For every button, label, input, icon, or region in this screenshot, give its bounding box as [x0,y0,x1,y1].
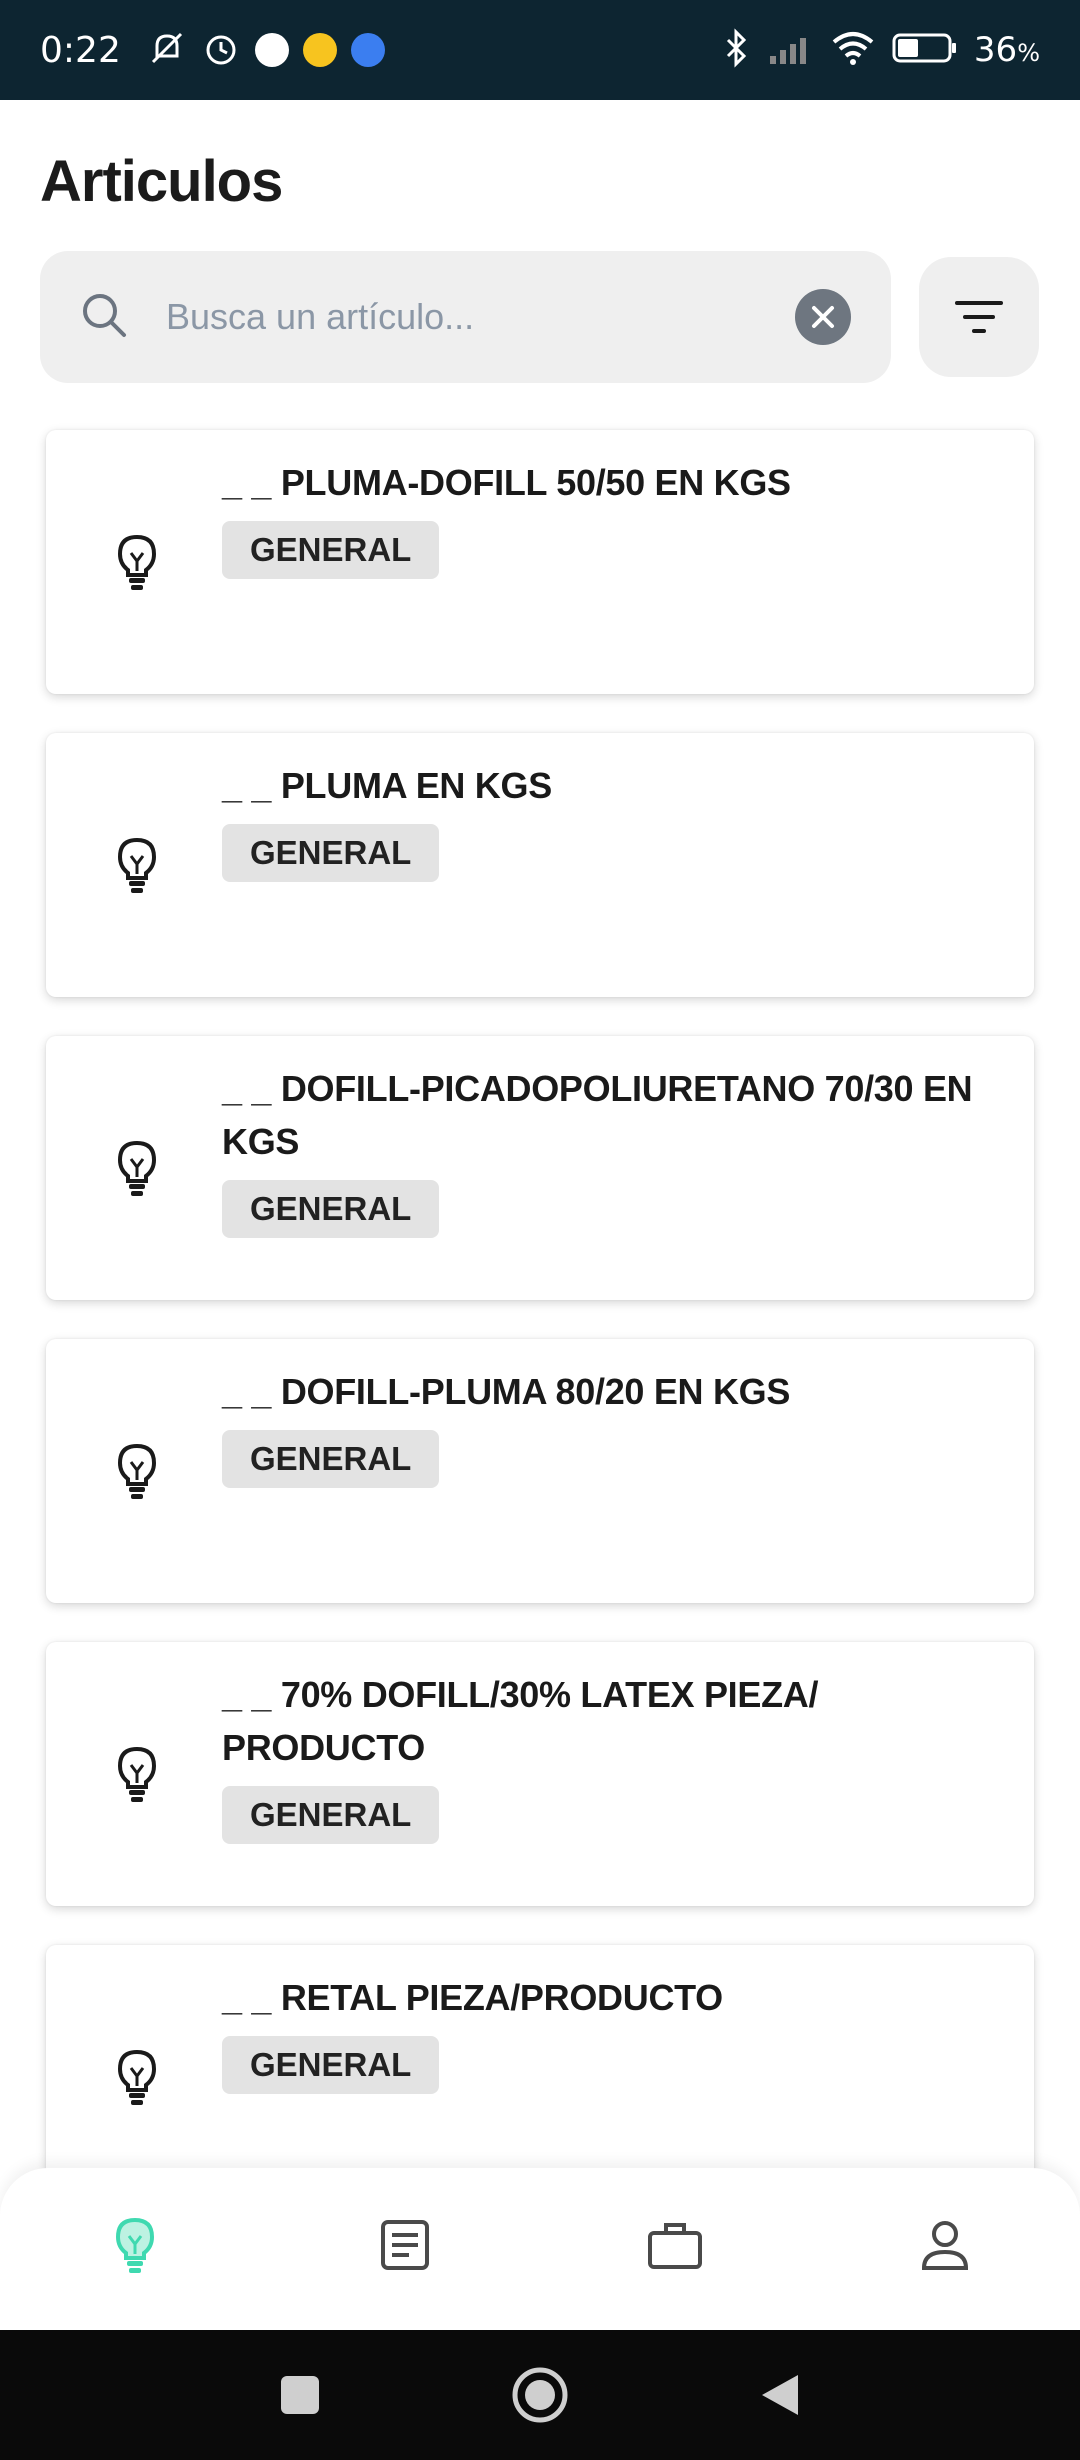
lightbulb-icon [115,2217,155,2273]
back-triangle-icon [762,2375,798,2415]
lightbulb-icon [112,1440,162,1502]
shield-app-icon [350,33,385,67]
lightbulb-icon [112,834,162,896]
category-badge: GENERAL [222,521,440,579]
item-title: _ _ DOFILL-PLUMA 80/20 EN KGS [222,1371,791,1412]
category-badge: GENERAL [222,1430,440,1488]
status-bar: 0:22 36% [0,0,1080,100]
category-badge: GENERAL [222,824,440,882]
drive-icon [302,33,337,67]
clear-search-button[interactable] [795,289,851,345]
list-item[interactable]: _ _ PLUMA-DOFILL 50/50 EN KGS GENERAL [46,430,1034,694]
battery-percent: 36% [973,30,1040,70]
back-button[interactable] [745,2360,815,2430]
filter-button[interactable] [919,257,1039,377]
bluetooth-icon [722,27,752,73]
list-item[interactable]: _ _ 70% DOFILL/30% LATEX PIEZA/ PRODUCTO… [46,1642,1034,1906]
bottom-navigation [0,2168,1080,2330]
search-icon [80,291,128,344]
document-icon [381,2220,429,2270]
category-badge: GENERAL [222,2036,440,2094]
item-title: _ _ RETAL PIEZA/PRODUCTO [222,1977,723,2018]
close-icon [812,306,834,328]
lightbulb-icon [112,1137,162,1199]
list-item[interactable]: _ _ RETAL PIEZA/PRODUCTO GENERAL [46,1945,1034,2172]
item-title: _ _ PLUMA EN KGS [222,765,552,806]
home-button[interactable] [505,2360,575,2430]
lightbulb-icon [112,1743,162,1805]
nav-jobs-tab[interactable] [640,2210,710,2280]
wifi-icon [830,30,876,71]
google-icon [254,33,289,67]
battery-icon [892,31,958,70]
recents-button[interactable] [265,2360,335,2430]
lightbulb-icon [112,2046,162,2108]
list-item[interactable]: _ _ PLUMA EN KGS GENERAL [46,733,1034,997]
nav-articles-tab[interactable] [100,2210,170,2280]
search-bar[interactable] [40,251,891,383]
lightbulb-icon [112,531,162,593]
list-item[interactable]: _ _ DOFILL-PLUMA 80/20 EN KGS GENERAL [46,1339,1034,1603]
mute-icon [147,28,187,73]
filter-icon [955,301,1003,333]
status-time: 0:22 [40,29,121,71]
nav-documents-tab[interactable] [370,2210,440,2280]
page-title: Articulos [40,149,283,214]
home-circle-icon [512,2367,568,2423]
signal-icon [768,30,814,71]
square-icon [281,2376,319,2414]
list-item[interactable]: _ _ DOFILL-PICADOPOLIURETANO 70/30 EN KG… [46,1036,1034,1300]
item-title: _ _ PLUMA-DOFILL 50/50 EN KGS [222,462,791,503]
nav-profile-tab[interactable] [910,2210,980,2280]
person-icon [921,2221,969,2270]
category-badge: GENERAL [222,1786,440,1844]
item-title: _ _ 70% DOFILL/30% LATEX PIEZA/ PRODUCTO [222,1674,819,1768]
system-navigation-bar [0,2330,1080,2460]
alarm-icon [201,28,241,73]
category-badge: GENERAL [222,1180,440,1238]
item-title: _ _ DOFILL-PICADOPOLIURETANO 70/30 EN KG… [222,1068,973,1162]
briefcase-icon [648,2223,702,2269]
article-list[interactable]: _ _ PLUMA-DOFILL 50/50 EN KGS GENERAL _ … [0,420,1080,2172]
search-input[interactable] [166,296,795,338]
